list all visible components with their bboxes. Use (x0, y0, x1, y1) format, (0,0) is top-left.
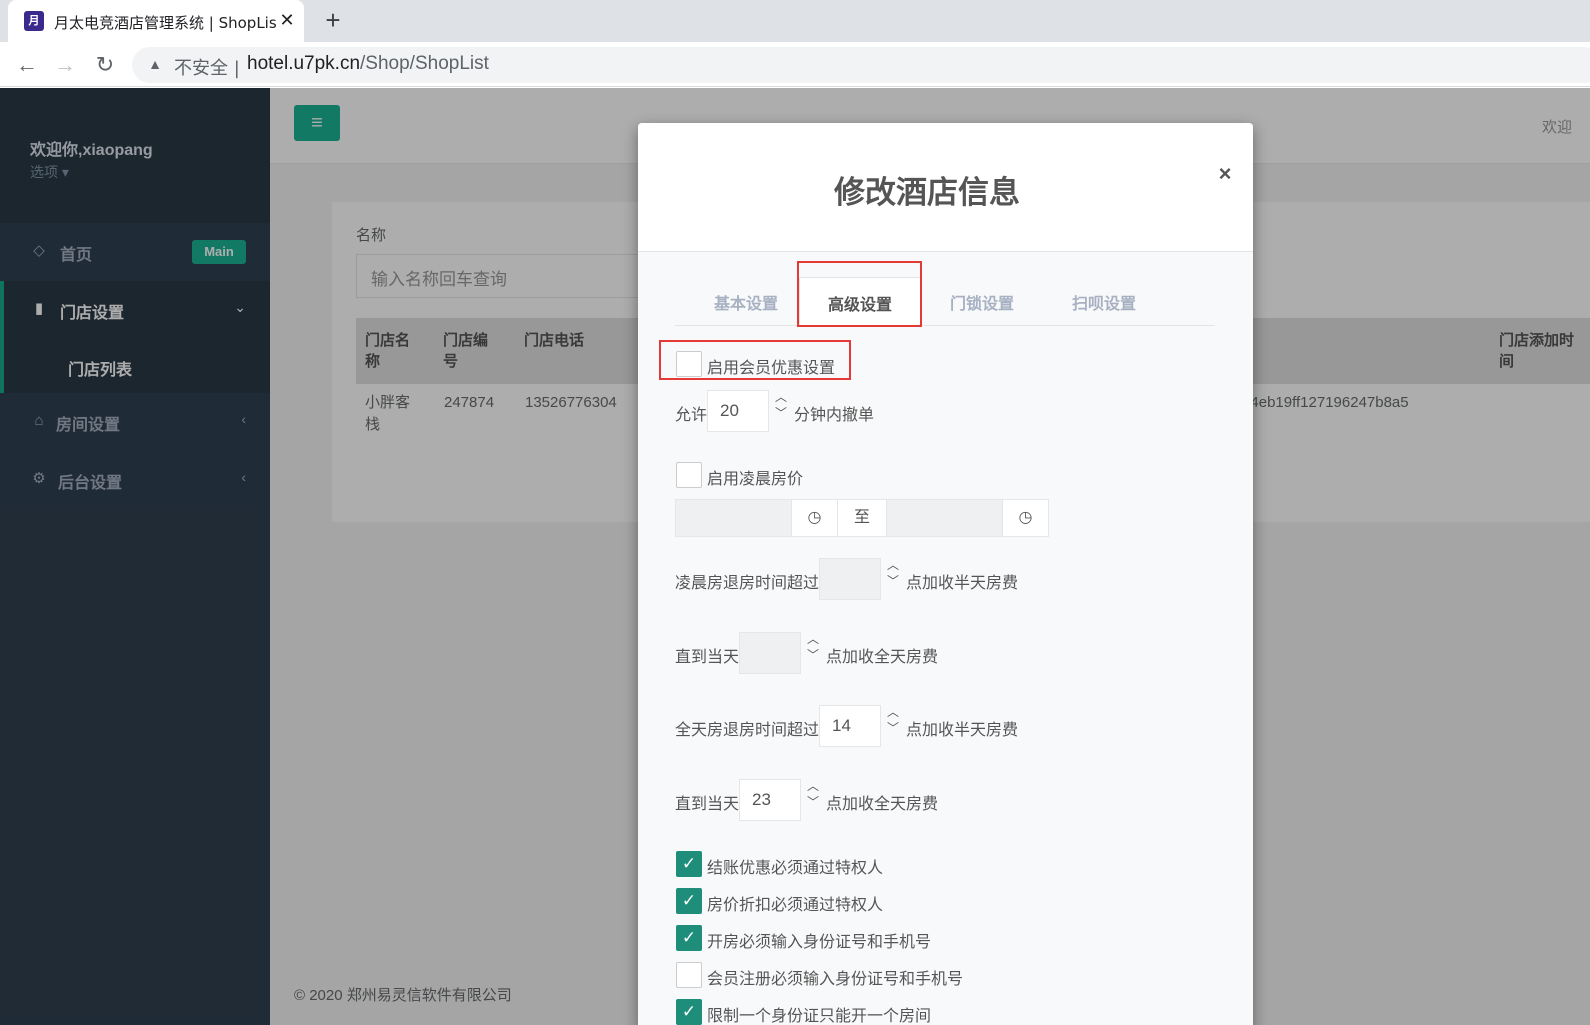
cancel-prefix: 允许 (675, 405, 708, 424)
site-favicon-icon: 月 (24, 11, 44, 31)
option-checkbox[interactable]: ✓ (676, 888, 702, 914)
modal-title: 修改酒店信息 (834, 175, 1020, 211)
reload-icon[interactable]: ↻ (90, 50, 120, 80)
tab-saobei-settings[interactable]: 扫呗设置 (1043, 290, 1165, 314)
day-full-hour-input[interactable]: 23 (739, 779, 801, 821)
modal-header: 修改酒店信息 × (638, 123, 1253, 252)
close-tab-icon[interactable]: ✕ (276, 9, 298, 31)
day-half-suffix: 点加收半天房费 (906, 720, 1019, 739)
option-checkbox[interactable]: ✓ (676, 925, 702, 951)
early-half-suffix: 点加收半天房费 (906, 573, 1019, 592)
forward-arrow-icon[interactable]: → (50, 50, 80, 80)
option-checkbox[interactable]: ✓ (676, 851, 702, 877)
option-label: 结账优惠必须通过特权人 (707, 858, 884, 877)
cancel-suffix: 分钟内撤单 (794, 405, 875, 424)
option-label: 限制一个身份证只能开一个房间 (707, 1006, 932, 1025)
option-checkbox[interactable]: ✓ (676, 999, 702, 1025)
spinner-arrows-icon[interactable]: ︿ ﹀ (881, 704, 905, 746)
early-price-label: 启用凌晨房价 (707, 469, 804, 488)
spinner-arrows-icon[interactable]: ︿ ﹀ (801, 778, 825, 820)
url-text: hotel.u7pk.cn/Shop/ShopList (247, 53, 489, 75)
address-bar[interactable]: ▲ 不安全 | hotel.u7pk.cn/Shop/ShopList (132, 47, 1590, 83)
browser-toolbar: ← → ↻ ▲ 不安全 | hotel.u7pk.cn/Shop/ShopLis… (0, 42, 1590, 87)
browser-tabstrip: 月 月太电竞酒店管理系统 | ShopList ✕ + (0, 0, 1590, 42)
early-full-hour-input[interactable] (739, 632, 801, 674)
day-half-hour-input[interactable]: 14 (819, 705, 881, 747)
early-price-checkbox[interactable] (676, 462, 702, 488)
early-full-prefix: 直到当天 (675, 647, 740, 666)
member-discount-checkbox[interactable] (676, 351, 702, 377)
spinner-arrows-icon[interactable]: ︿ ﹀ (881, 557, 905, 599)
day-half-prefix: 全天房退房时间超过 (675, 720, 820, 739)
settings-tabs: 基本设置 高级设置 门锁设置 扫呗设置 (675, 276, 1215, 327)
browser-tab-title: 月太电竞酒店管理系统 | ShopList (54, 14, 276, 32)
browser-tab[interactable]: 月 月太电竞酒店管理系统 | ShopList ✕ (8, 0, 304, 42)
early-end-time-input[interactable] (886, 499, 1003, 537)
tab-basic-settings[interactable]: 基本设置 (685, 290, 807, 314)
close-icon[interactable]: × (1212, 161, 1238, 187)
time-range-to: 至 (837, 499, 887, 537)
early-half-prefix: 凌晨房退房时间超过 (675, 573, 820, 592)
option-label: 房价折扣必须通过特权人 (707, 895, 884, 914)
spinner-arrows-icon[interactable]: ︿ ﹀ (801, 631, 825, 673)
url-host: hotel.u7pk.cn (247, 53, 361, 74)
new-tab-button[interactable]: + (318, 5, 348, 35)
early-half-hour-input[interactable] (819, 558, 881, 600)
warning-icon: ▲ (148, 56, 162, 72)
cancel-minutes-input[interactable]: 20 (707, 390, 769, 432)
option-label: 会员注册必须输入身份证号和手机号 (707, 969, 964, 988)
day-full-suffix: 点加收全天房费 (826, 794, 939, 813)
back-arrow-icon[interactable]: ← (12, 50, 42, 80)
tab-lock-settings[interactable]: 门锁设置 (921, 290, 1043, 314)
highlight-box (797, 261, 922, 327)
early-start-time-input[interactable] (675, 499, 792, 537)
member-discount-label: 启用会员优惠设置 (707, 358, 836, 377)
option-label: 开房必须输入身份证号和手机号 (707, 932, 932, 951)
edit-hotel-modal: 修改酒店信息 × 基本设置 高级设置 门锁设置 扫呗设置 启用会员优惠设置 允许… (638, 123, 1253, 1025)
modal-body: 基本设置 高级设置 门锁设置 扫呗设置 启用会员优惠设置 允许 20 ︿ ﹀ 分钟… (638, 252, 1253, 1025)
day-full-prefix: 直到当天 (675, 794, 740, 813)
option-checkbox[interactable] (676, 962, 702, 988)
clock-icon[interactable]: ◷ (791, 499, 838, 537)
early-full-suffix: 点加收全天房费 (826, 647, 939, 666)
spinner-arrows-icon[interactable]: ︿ ﹀ (769, 389, 793, 431)
insecure-label: 不安全 | (174, 58, 240, 79)
clock-icon[interactable]: ◷ (1002, 499, 1049, 537)
url-path: /Shop/ShopList (360, 53, 489, 74)
